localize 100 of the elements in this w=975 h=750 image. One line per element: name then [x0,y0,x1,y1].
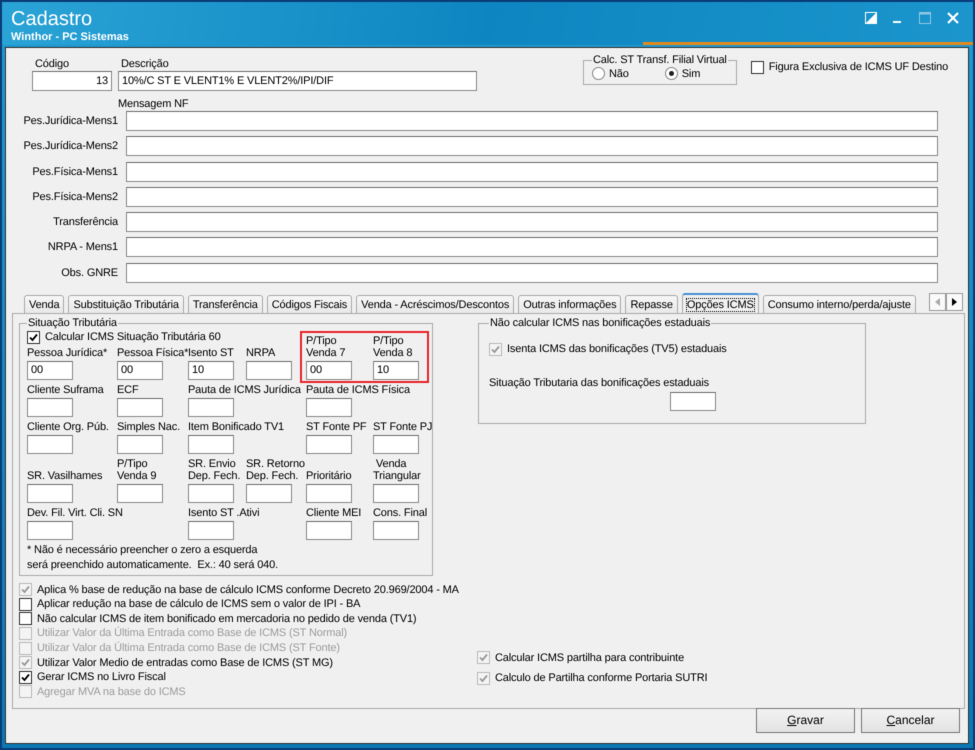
checkbox-label: Utilizar Valor da Última Entrada como Base de ICMS (ST Fonte) [37,642,340,654]
group-title: Não calcular ICMS nas bonificações estaduais [490,316,710,329]
field-label: Situação Tributaria das bonificações estaduais [489,377,710,390]
tab[interactable]: Repasse [625,294,678,313]
field-label: Pessoa Jurídica* [27,347,108,360]
group-title: Situação Tributária [28,316,117,329]
close-icon[interactable] [947,12,959,24]
field-label: NRPA - Mens1 [46,241,118,254]
field-label: P/Tipo Venda 9 [117,458,156,482]
radio-button[interactable] [664,67,678,80]
tab[interactable]: Transferência [188,294,263,313]
input-field[interactable] [306,484,352,504]
input-field[interactable]: 00 [306,361,352,380]
input-field[interactable] [27,521,73,540]
tab[interactable]: Substituição Tributária [68,294,184,313]
tab[interactable]: Códigos Fiscais [266,294,352,313]
field-label: Simples Nac. [117,421,180,434]
input-field[interactable] [126,262,938,283]
input-field[interactable] [188,435,234,454]
checkbox[interactable] [27,330,40,344]
checkbox-label: Calculo de Partilha conforme Portaria SUTRI [495,672,708,684]
input-field[interactable]: 10 [188,361,234,380]
field-label: Cliente Org. Púb. [27,421,109,434]
checkbox-label: Agregar MVA na base do ICMS [37,686,186,698]
field-label: Pauta de ICMS Física [306,384,410,396]
input-field[interactable] [126,136,938,156]
right-arrow-icon [952,298,957,306]
field-label: ST Fonte PJ [373,421,432,434]
input-field[interactable]: 00 [117,361,163,380]
left-arrow-icon [935,298,940,306]
checkbox-label: Calcular ICMS partilha para contribuinte [495,652,684,664]
field-label: Isento ST .Ativi [188,507,260,520]
radio-button[interactable] [592,67,605,80]
tab[interactable]: Opções ICMS [682,292,759,313]
section-label: Mensagem NF [118,98,190,111]
tab[interactable]: Venda [24,294,64,313]
window-subtitle: Winthor - PC Sistemas [11,31,129,44]
checkbox-label: Figura Exclusiva de ICMS UF Destino [768,61,948,74]
input-field[interactable]: 00 [27,361,73,380]
input-field[interactable] [126,237,938,258]
input-field[interactable]: 10%/C ST E VLENT1% E VLENT2%/IPI/DIF [118,71,477,91]
tab[interactable]: Outras informações [518,294,622,313]
checkbox-label: Aplica % base de redução na base de cálculo ICMS conforme Decreto 20.969/2004 - MA [37,584,459,596]
group-title: Calc. ST Transf. Filial Virtual [593,54,727,66]
radio-label: Não [609,68,629,80]
scroll-right-button[interactable] [946,292,963,311]
input-field[interactable] [188,398,234,418]
field-label: Pes.Física-Mens1 [31,166,118,178]
radio-label: Sim [682,68,700,80]
input-field[interactable] [27,484,73,504]
input-field[interactable] [373,521,419,540]
input-field[interactable] [117,398,163,418]
theme-icon[interactable] [865,12,877,24]
input-field[interactable]: 10 [373,361,419,380]
input-field[interactable] [126,162,938,182]
field-label: ST Fonte PF [306,421,367,434]
checkbox-label: Gerar ICMS no Livro Fiscal [37,671,166,684]
input-field[interactable] [126,111,938,131]
checkbox[interactable] [19,612,32,626]
input-field[interactable] [126,212,938,232]
input-field[interactable] [117,484,163,504]
input-field[interactable] [373,484,419,504]
field-label: P/Tipo Venda 7 [306,335,346,360]
field-label: Pes.Jurídica-Mens2 [22,140,118,152]
checkbox[interactable] [750,60,764,74]
field-label: P/Tipo Venda 8 [373,335,412,360]
action-button[interactable]: Cancelar [861,708,960,733]
field-label: Pessoa Física* [117,347,188,360]
input-field[interactable] [373,435,419,454]
input-field[interactable] [27,398,73,418]
field-label: Pauta de ICMS Jurídica [188,384,301,396]
field-label: Dev. Fil. Virt. Cli. SN [27,507,123,520]
input-field[interactable] [126,186,938,207]
input-field[interactable] [188,484,234,504]
input-field[interactable] [27,435,73,454]
tab[interactable]: Consumo interno/perda/ajuste [762,294,916,313]
field-label: SR. Vasilhames [27,470,102,482]
note-text: * Não é necessário preencher o zero a esquerda será preenchido automaticamente. Ex.: 40 será 040. [27,543,280,574]
input-field[interactable] [246,484,292,504]
input-field[interactable] [306,398,352,418]
action-button[interactable]: Gravar [756,708,855,733]
input-field[interactable]: 13 [32,71,112,91]
input-field[interactable] [246,361,292,380]
checkbox-label: Calcular ICMS Situação Tributária 60 [45,331,221,344]
checkbox[interactable] [19,670,32,684]
field-label: SR. Retorno Dep. Fech. [246,458,305,482]
field-label: NRPA [246,347,276,360]
checkbox[interactable] [19,598,32,611]
field-label: Cons. Final [373,507,427,520]
field-label: Isento ST [188,347,234,360]
tab[interactable]: Venda - Acréscimos/Descontos [356,294,514,313]
input-field[interactable] [188,521,234,540]
input-field[interactable] [670,392,716,412]
input-field[interactable] [117,435,163,454]
field-label: Cliente MEI [306,507,362,520]
checkbox-label: Aplicar redução na base de cálculo de ICMS sem o valor de IPI - BA [37,598,360,610]
input-field[interactable] [306,435,352,454]
field-label: ECF [117,384,139,396]
input-field[interactable] [306,521,352,540]
field-label: Prioritário [306,470,352,482]
